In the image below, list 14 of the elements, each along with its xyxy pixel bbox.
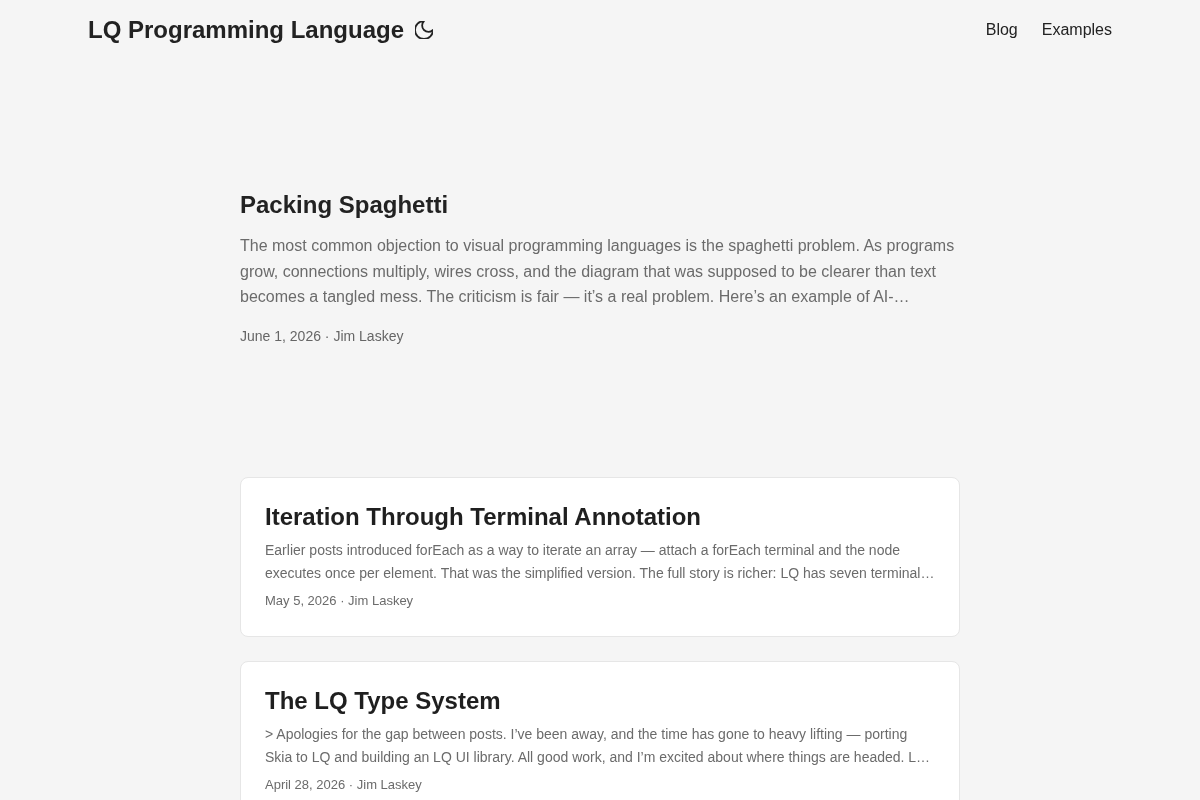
post-meta: April 28, 2026 · Jim Laskey	[265, 775, 423, 794]
nav-link[interactable]: Blog	[985, 18, 1018, 42]
featured-post-meta: June 1, 2026 · Jim Laskey	[240, 326, 405, 346]
post-excerpt: > Apologies for the gap between posts. I’ve been away, and the time has gone to heavy lifting — porting Skia to LQ and building an LQ UI library. All good work, and I’m excited about where things are headed. L…	[265, 724, 932, 767]
site-title[interactable]: LQ Programming Language	[88, 14, 405, 46]
nav-link[interactable]: Examples	[1041, 18, 1112, 42]
post-meta: May 5, 2026 · Jim Laskey	[265, 591, 415, 610]
moon-icon	[415, 21, 434, 39]
post-excerpt: Earlier posts introduced forEach as a way to iterate an array — attach a forEach terminal and the node executes once per element. That was the simplified version. The full story is richer: LQ has seven terminal…	[265, 540, 935, 583]
post-title[interactable]: Iteration Through Terminal Annotation	[265, 500, 935, 533]
theme-toggle-button[interactable]	[415, 21, 434, 39]
featured-post-excerpt: The most common objection to visual programming languages is the spaghetti problem. As programs grow, connections multiply, wires cross, and the diagram that was supposed to be clearer than text becomes a tangled mess. The criticism is fair — it’s a real problem. Here’s an example of AI-…	[240, 236, 956, 308]
post-title[interactable]: The LQ Type System	[265, 684, 935, 717]
featured-post-title[interactable]: Packing Spaghetti	[240, 189, 962, 221]
